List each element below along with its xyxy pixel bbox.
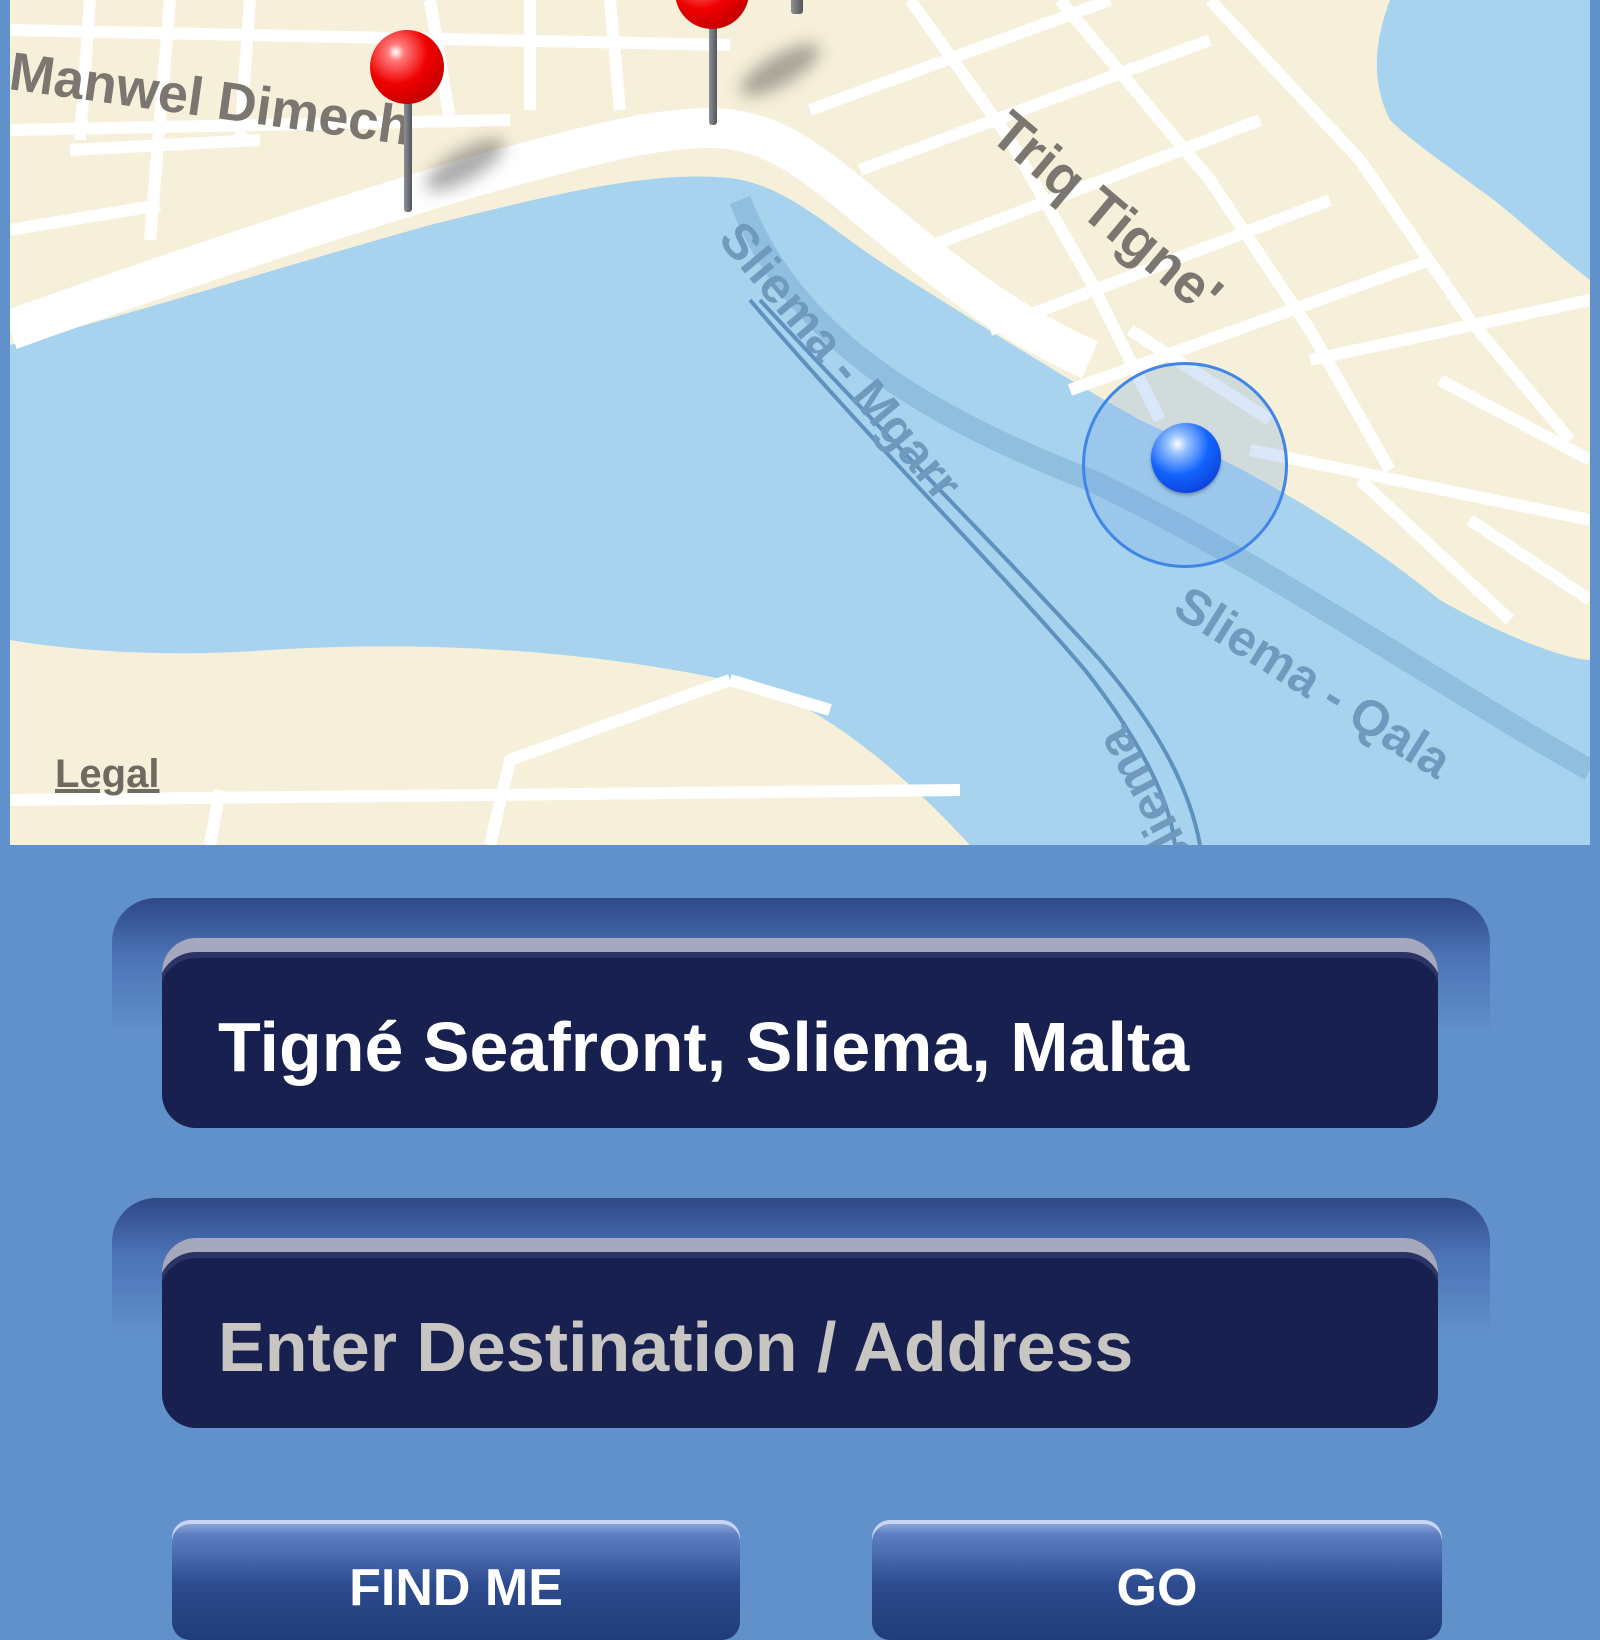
start-field-well bbox=[112, 898, 1490, 1128]
map-pin[interactable] bbox=[675, 0, 827, 135]
go-label: GO bbox=[1116, 1559, 1198, 1617]
map-pin[interactable] bbox=[370, 30, 512, 220]
destination-field[interactable] bbox=[162, 1238, 1438, 1428]
start-location-input[interactable] bbox=[162, 938, 1438, 1128]
current-location-marker bbox=[1082, 362, 1288, 568]
find-me-button[interactable]: FIND ME bbox=[172, 1520, 740, 1640]
start-location-field[interactable] bbox=[162, 938, 1438, 1128]
go-button[interactable]: GO bbox=[872, 1520, 1442, 1640]
destination-field-well bbox=[112, 1198, 1490, 1428]
find-me-label: FIND ME bbox=[349, 1559, 563, 1617]
legal-link[interactable]: Legal bbox=[55, 752, 159, 797]
current-location-dot bbox=[1151, 423, 1221, 493]
destination-input[interactable] bbox=[162, 1238, 1438, 1428]
map-pin[interactable] bbox=[785, 0, 815, 20]
map-view[interactable]: Manwel Dimech Triq Tigne' Sliema - Mgarr… bbox=[10, 0, 1590, 845]
